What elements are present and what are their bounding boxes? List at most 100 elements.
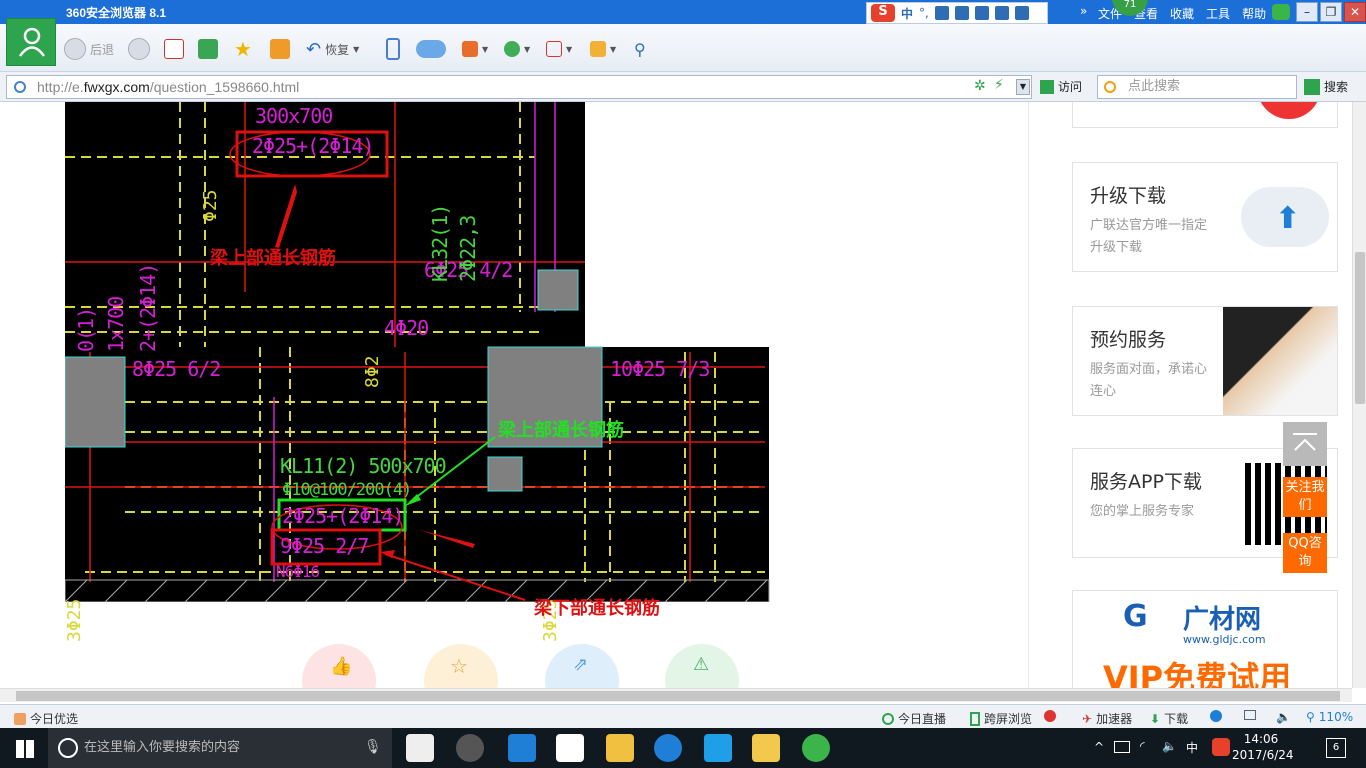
card-appointment[interactable]: 预约服务 服务面对面，承诺心连心 bbox=[1072, 306, 1338, 416]
more-chevron-icon[interactable]: » bbox=[1080, 4, 1087, 18]
notification-center[interactable]: 6 bbox=[1326, 738, 1346, 758]
today-live[interactable]: 今日直播 bbox=[898, 710, 946, 727]
download[interactable]: 下载 bbox=[1164, 710, 1188, 727]
back-arrow-icon[interactable] bbox=[64, 38, 86, 60]
sogou-logo-icon[interactable]: S bbox=[871, 4, 895, 22]
search-engine-icon[interactable] bbox=[1104, 81, 1116, 93]
rocket-icon[interactable]: ✈ bbox=[1082, 712, 1092, 726]
users-icon[interactable] bbox=[974, 6, 989, 20]
card-partial[interactable] bbox=[1072, 102, 1338, 128]
like-button[interactable]: 👍 bbox=[302, 644, 376, 688]
apps-icon[interactable] bbox=[462, 41, 478, 57]
follow-us-button[interactable]: 关注我们 bbox=[1283, 477, 1327, 517]
zoom-search-icon[interactable]: ⚲ bbox=[634, 37, 646, 61]
window-icon[interactable] bbox=[1244, 710, 1256, 720]
clock[interactable]: 14:06 2017/6/24 bbox=[1232, 731, 1294, 763]
card-ad-gldjc[interactable]: G 广材网 www.gldjc.com VIP免费试用 bbox=[1072, 590, 1338, 688]
card-upgrade-download[interactable]: 升级下载 广联达官方唯一指定升级下载 ⬆ bbox=[1072, 162, 1338, 272]
menu-tools[interactable]: 工具 bbox=[1206, 5, 1230, 22]
wrench-icon[interactable] bbox=[1014, 6, 1029, 20]
undo-icon[interactable]: ↶ bbox=[306, 39, 321, 60]
zoom-level[interactable]: 110% bbox=[1319, 710, 1353, 724]
back-to-top-button[interactable] bbox=[1283, 422, 1327, 466]
qq-consult-button[interactable]: QQ咨询 bbox=[1283, 533, 1327, 573]
shield-icon[interactable] bbox=[504, 41, 520, 57]
share-button[interactable]: ⇗ bbox=[545, 644, 619, 688]
favorite-button[interactable]: ☆ bbox=[424, 644, 498, 688]
volume-icon[interactable]: 🔈 bbox=[1276, 710, 1291, 724]
tray-up-icon[interactable]: ^ bbox=[1094, 740, 1104, 754]
cloud-icon[interactable] bbox=[416, 40, 446, 58]
ime-mode[interactable]: 中 bbox=[901, 5, 913, 22]
skin-icon[interactable] bbox=[1272, 4, 1290, 20]
menu-favorites[interactable]: 收藏 bbox=[1170, 5, 1194, 22]
user-avatar[interactable] bbox=[6, 18, 56, 66]
taskbar-ime[interactable]: 中 bbox=[1186, 739, 1198, 756]
ie-icon[interactable] bbox=[1210, 710, 1222, 722]
star-icon: ☆ bbox=[450, 654, 468, 678]
battery-icon[interactable] bbox=[1114, 741, 1130, 753]
taskview-icon[interactable] bbox=[406, 734, 434, 762]
speed-icon[interactable]: ⚡ bbox=[994, 77, 1004, 93]
home-icon[interactable] bbox=[270, 39, 290, 59]
vertical-scroll-thumb[interactable] bbox=[1355, 252, 1365, 404]
url-field[interactable]: http://e.fwxgx.com/question_1598660.html bbox=[6, 75, 1032, 99]
store-icon[interactable] bbox=[556, 734, 584, 762]
restore-label[interactable]: 恢复 bbox=[325, 41, 349, 58]
sogou-tray-icon[interactable] bbox=[1212, 738, 1230, 756]
back-label[interactable]: 后退 bbox=[90, 41, 114, 58]
search-input[interactable]: 点此搜索 bbox=[1097, 75, 1297, 99]
search-button[interactable]: 搜索 bbox=[1324, 78, 1348, 95]
visit-button[interactable]: 访问 bbox=[1058, 78, 1082, 95]
card-title: 升级下载 bbox=[1090, 185, 1167, 207]
refresh-icon[interactable] bbox=[198, 39, 218, 59]
wifi-icon[interactable]: ◜ bbox=[1140, 739, 1145, 753]
zoom-icon[interactable]: ⚲ bbox=[1306, 710, 1315, 724]
close-button[interactable]: ✕ bbox=[1344, 2, 1366, 22]
app-icon[interactable] bbox=[704, 734, 732, 762]
microphone-icon[interactable] bbox=[934, 6, 949, 20]
menu-help[interactable]: 帮助 bbox=[1242, 5, 1266, 22]
360-browser-icon[interactable] bbox=[456, 734, 484, 762]
windows-start-icon[interactable] bbox=[16, 740, 34, 758]
report-button[interactable]: ⚠ bbox=[665, 644, 739, 688]
star-icon[interactable]: ★ bbox=[234, 37, 252, 61]
speaker-icon[interactable]: 🔈 bbox=[1162, 739, 1177, 753]
ime-toolbar[interactable]: S 中 °, bbox=[866, 2, 1048, 24]
play-icon[interactable] bbox=[882, 712, 894, 725]
horizontal-scroll-thumb[interactable] bbox=[16, 691, 1340, 701]
edge-icon[interactable] bbox=[508, 734, 536, 762]
horizontal-scrollbar[interactable] bbox=[0, 688, 1352, 702]
vertical-scrollbar[interactable] bbox=[1352, 102, 1366, 688]
translate-icon[interactable] bbox=[546, 41, 562, 57]
search-icon[interactable] bbox=[1304, 78, 1320, 95]
url-dropdown-icon[interactable]: ▼ bbox=[1016, 79, 1030, 95]
phone-icon[interactable] bbox=[386, 38, 400, 60]
forward-arrow-icon[interactable] bbox=[128, 38, 150, 60]
maximize-button[interactable]: ❐ bbox=[1320, 2, 1342, 22]
visit-arrow-icon[interactable] bbox=[1040, 79, 1054, 94]
microphone-icon[interactable]: 🎙 bbox=[364, 739, 382, 755]
explorer-icon[interactable] bbox=[606, 734, 634, 762]
shirt-icon[interactable] bbox=[994, 6, 1009, 20]
today-picks[interactable]: 今日优选 bbox=[30, 710, 78, 727]
gift-icon[interactable] bbox=[14, 712, 26, 725]
cross-screen[interactable]: 跨屏浏览 bbox=[984, 710, 1032, 727]
ime-punct[interactable]: °, bbox=[919, 6, 929, 20]
minimize-button[interactable]: – bbox=[1296, 2, 1318, 22]
cortana-icon[interactable] bbox=[58, 738, 78, 758]
dropdown-icon[interactable]: ▼ bbox=[353, 45, 359, 54]
security-icon[interactable]: ✲ bbox=[974, 78, 986, 94]
glodon-icon[interactable] bbox=[654, 734, 682, 762]
keyboard-icon[interactable] bbox=[954, 6, 969, 20]
stop-icon[interactable] bbox=[164, 39, 184, 59]
taskbar-search[interactable]: 在这里输入你要搜索的内容 bbox=[48, 728, 392, 768]
page-content: 300x700 2Φ25+(2Φ14) 6Φ25 4/2 4Φ20 8Φ25 6… bbox=[0, 102, 1352, 688]
notes-icon[interactable] bbox=[752, 734, 780, 762]
360-active-icon[interactable] bbox=[802, 734, 830, 762]
phone-icon[interactable] bbox=[970, 711, 980, 726]
download-icon[interactable]: ⬇ bbox=[1150, 712, 1160, 726]
screenshot-icon[interactable] bbox=[590, 41, 606, 57]
accelerator[interactable]: 加速器 bbox=[1096, 710, 1132, 727]
health-icon[interactable] bbox=[1044, 710, 1056, 722]
